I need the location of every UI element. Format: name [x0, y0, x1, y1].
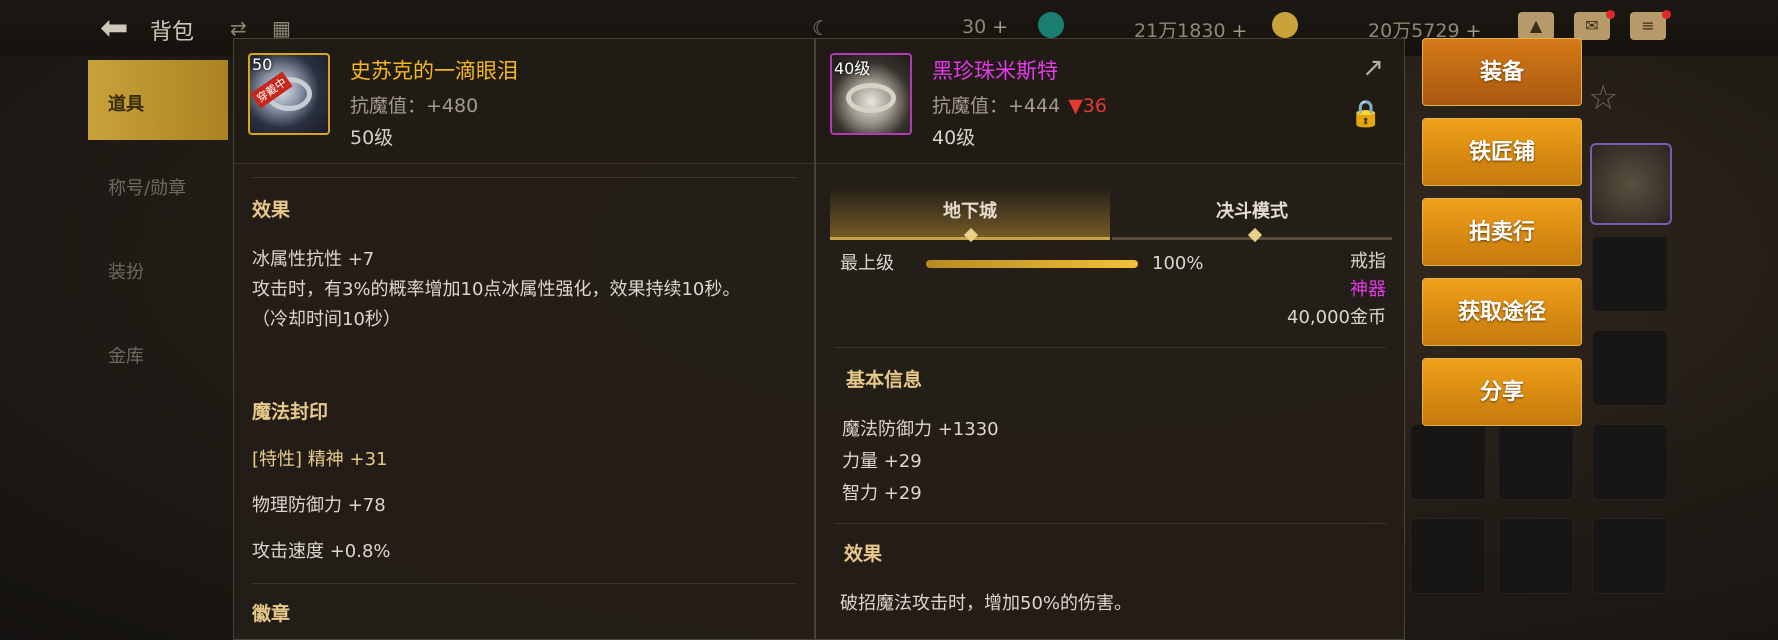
tab-avatar[interactable]: 装扮: [88, 228, 228, 308]
item-rarity: 神器: [1350, 279, 1386, 300]
section-emblem-title: 徽章: [252, 603, 291, 625]
inventory-slot[interactable]: [1498, 424, 1574, 500]
item-level-badge: 40级: [834, 59, 871, 78]
shop-icon[interactable]: ▲: [1518, 12, 1554, 40]
inventory-slot[interactable]: [1592, 330, 1668, 406]
inventory-item[interactable]: [1590, 143, 1672, 225]
section-basic-title: 基本信息: [846, 369, 923, 391]
page-title: 背包: [150, 20, 195, 45]
section-seal-title: 魔法封印: [252, 401, 329, 423]
item-name: 黑珍珠米斯特: [932, 59, 1058, 83]
tab-vault[interactable]: 金库: [88, 312, 228, 392]
compare-item-panel: 40级 黑珍珠米斯特 抗魔值：+444 ▼36 40级 ↗ 🔒 地下城 决斗模式 …: [815, 38, 1405, 640]
item-name: 史苏克的一滴眼泪: [350, 59, 518, 83]
moon-icon: ☾: [812, 16, 830, 40]
basic-line: 智力 +29: [842, 483, 922, 504]
inventory-slot[interactable]: [1410, 518, 1486, 594]
back-arrow-icon[interactable]: ⬅: [100, 10, 129, 46]
equipped-item-panel: 50 穿戴中 史苏克的一滴眼泪 抗魔值：+480 50级 效果 冰属性抗性 +7…: [233, 38, 815, 640]
divider: [252, 177, 796, 178]
item-level: 40级: [932, 127, 976, 149]
basic-line: 魔法防御力 +1330: [842, 419, 999, 440]
currency-1[interactable]: 30 +: [962, 16, 1008, 38]
notification-dot: [1606, 10, 1615, 19]
grade-progress-bar: [926, 260, 1138, 268]
item-level: 50级: [350, 127, 394, 149]
item-header: 40级 黑珍珠米斯特 抗魔值：+444 ▼36 40级 ↗ 🔒: [816, 39, 1404, 164]
basic-line: 力量 +29: [842, 451, 922, 472]
divider: [834, 523, 1386, 524]
star-icon[interactable]: ☆: [1588, 78, 1618, 118]
grid-icon[interactable]: ▦: [272, 16, 291, 40]
tab-items[interactable]: 道具: [88, 60, 228, 140]
ring-icon: [846, 83, 896, 113]
ring-item-icon: 50 穿戴中: [248, 53, 330, 135]
mail-icon[interactable]: ✉: [1574, 12, 1610, 40]
gold-coin-icon: [1272, 12, 1298, 38]
inventory-slot[interactable]: [1410, 424, 1486, 500]
seal-line: 物理防御力 +78: [252, 495, 386, 516]
effect-line: 攻击时，有3%的概率增加10点冰属性强化，效果持续10秒。: [252, 279, 741, 300]
plus-icon[interactable]: +: [992, 16, 1008, 38]
item-resist-stat: 抗魔值：+444 ▼36: [932, 91, 1107, 118]
gem-icon: [1038, 12, 1064, 38]
tab-titles[interactable]: 称号/勋章: [88, 144, 228, 224]
effect-line: 破招魔法攻击时，增加50%的伤害。: [840, 593, 1133, 614]
share-button[interactable]: 分享: [1422, 358, 1582, 426]
inventory-slot[interactable]: [1498, 518, 1574, 594]
auction-button[interactable]: 拍卖行: [1422, 198, 1582, 266]
share-export-icon[interactable]: ↗: [1362, 53, 1384, 83]
effect-line: （冷却时间10秒）: [252, 309, 401, 330]
seal-line: [特性] 精神 +31: [252, 449, 388, 470]
item-resist-stat: 抗魔值：+480: [350, 95, 479, 117]
item-price: 40,000金币: [1287, 307, 1386, 328]
item-header: 50 穿戴中 史苏克的一滴眼泪 抗魔值：+480 50级: [234, 39, 814, 164]
equip-button[interactable]: 装备: [1422, 38, 1582, 106]
grade-progress-fill: [926, 260, 1138, 268]
inventory-slot[interactable]: [1592, 236, 1668, 312]
effect-line: 冰属性抗性 +7: [252, 249, 375, 270]
item-level-badge: 50: [252, 55, 273, 74]
chat-icon[interactable]: ≡: [1630, 12, 1666, 40]
divider: [252, 583, 796, 584]
item-resist-value: 抗魔值：+444: [932, 95, 1061, 117]
grade-label: 最上级: [840, 253, 894, 274]
divider: [834, 347, 1386, 348]
item-slot-type: 戒指: [1350, 251, 1386, 272]
blacksmith-button[interactable]: 铁匠铺: [1422, 118, 1582, 186]
sort-icon[interactable]: ⇄: [230, 16, 247, 40]
grade-percent: 100%: [1152, 253, 1204, 274]
inventory-slot[interactable]: [1592, 424, 1668, 500]
section-effect-title: 效果: [844, 543, 883, 565]
inventory-slot[interactable]: [1592, 518, 1668, 594]
stat-diff: ▼36: [1068, 95, 1107, 117]
seal-line: 攻击速度 +0.8%: [252, 541, 391, 562]
obtain-route-button[interactable]: 获取途径: [1422, 278, 1582, 346]
currency-1-value: 30: [962, 16, 987, 38]
ring-item-icon: 40级: [830, 53, 912, 135]
lock-icon[interactable]: 🔒: [1350, 99, 1382, 129]
notification-dot: [1662, 10, 1671, 19]
section-effect-title: 效果: [252, 199, 291, 221]
